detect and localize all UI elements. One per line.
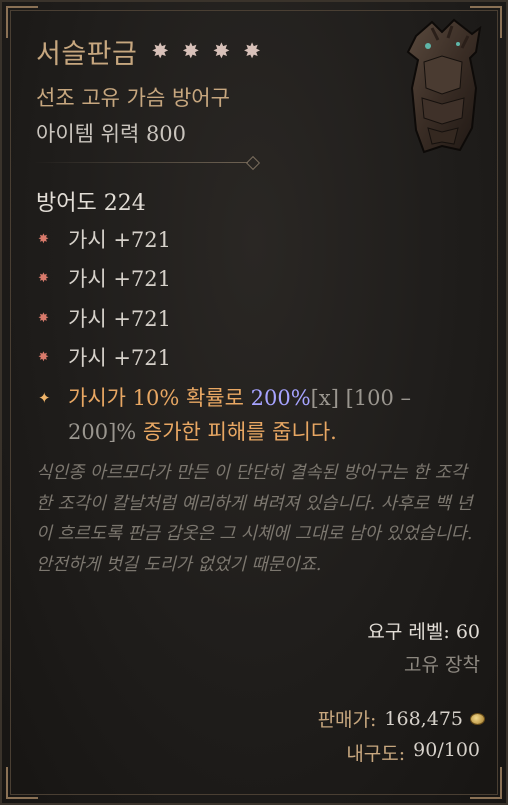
unique-equipped: 고유 장착: [404, 654, 480, 676]
legendary-text: 증가한 피해를 줍니다.: [136, 420, 337, 444]
section-divider: [32, 155, 262, 171]
durability-value: 90/100: [413, 739, 480, 761]
required-level: 요구 레벨: 60: [367, 621, 480, 643]
affix-text: 가시 +721: [68, 228, 171, 252]
frame-corner: [6, 6, 38, 38]
affix-bullet-icon: ✸: [38, 310, 49, 326]
affix-text: 가시 +721: [68, 267, 171, 291]
item-power: 아이템 위력 800: [36, 122, 187, 146]
affix-row: ✸ 가시 +721: [38, 263, 171, 293]
star-icon: ✸: [243, 39, 261, 63]
gold-coin-icon: [471, 713, 484, 724]
affix-row: ✸ 가시 +721: [38, 303, 171, 333]
flavor-text: 식인종 아르모다가 만든 이 단단히 결속된 방어구는 한 조각 한 조각이 칼…: [36, 463, 473, 575]
frame-corner: [6, 767, 38, 799]
item-title-row: 서슬판금 ✸ ✸ ✸ ✸: [36, 32, 261, 71]
item-tooltip: 서슬판금 ✸ ✸ ✸ ✸ 선조 고유 가슴 방어구 아이템 위력 800 방어도…: [0, 0, 508, 805]
affix-text: 가시 +721: [68, 307, 171, 331]
legendary-bullet-icon: ✦: [38, 389, 51, 407]
armor-value: 방어도 224: [36, 191, 146, 216]
item-name: 서슬판금: [36, 39, 138, 70]
affix-bullet-icon: ✸: [38, 349, 49, 365]
item-type: 선조 고유 가슴 방어구: [36, 86, 230, 110]
affix-text: 가시 +721: [68, 346, 171, 370]
frame-corner: [470, 767, 502, 799]
sell-value: 168,475: [384, 707, 463, 730]
star-icon: ✸: [151, 39, 169, 63]
durability-label: 내구도:: [346, 743, 406, 765]
legendary-text: 가시가 10% 확률로: [68, 386, 251, 410]
legendary-bracket: [x]: [310, 386, 339, 410]
legendary-range: 200]%: [68, 420, 137, 444]
affix-bullet-icon: ✸: [38, 231, 49, 247]
ancestral-stars: ✸ ✸ ✸ ✸: [151, 41, 260, 62]
star-icon: ✸: [181, 39, 200, 63]
legendary-range: [100 –: [338, 386, 412, 410]
chest-armor-icon: [406, 18, 482, 154]
affix-row: ✸ 가시 +721: [38, 224, 171, 254]
star-icon: ✸: [212, 39, 231, 63]
affix-row: ✸ 가시 +721: [38, 342, 171, 372]
sell-price: 판매가: 168,475: [318, 705, 484, 732]
durability: 내구도: 90/100: [346, 739, 480, 766]
affix-bullet-icon: ✸: [38, 270, 49, 286]
sell-label: 판매가:: [317, 709, 377, 731]
legendary-value: 200%: [250, 386, 311, 410]
